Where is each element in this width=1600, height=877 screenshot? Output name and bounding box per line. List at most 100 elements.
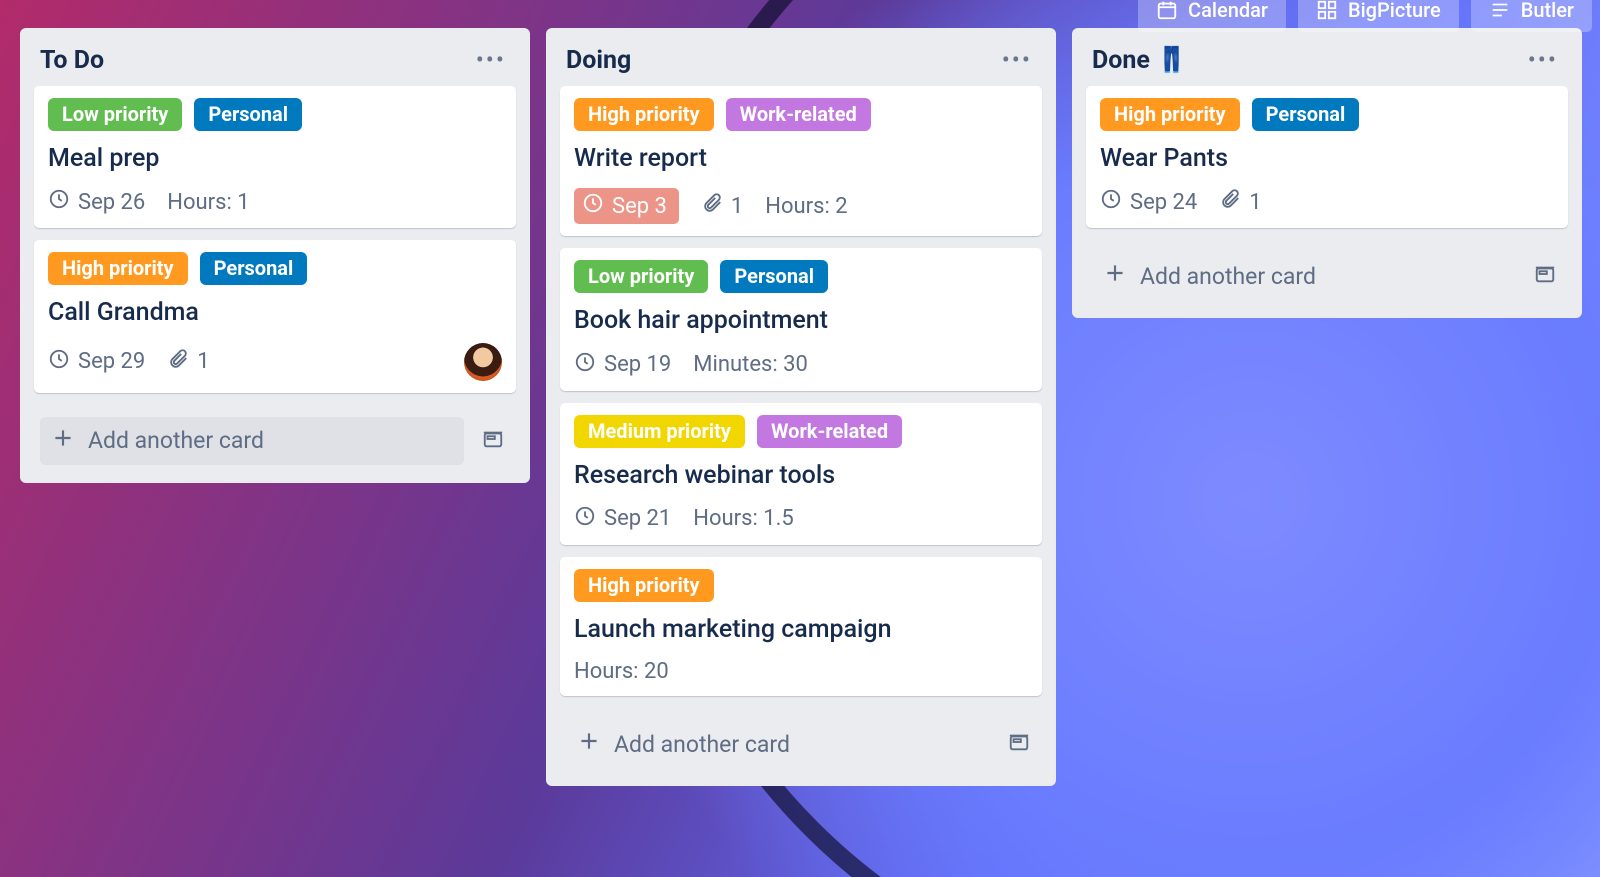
card-labels: Low priority Personal (574, 260, 1028, 293)
list-title[interactable]: Done 👖 (1092, 46, 1187, 75)
add-card-button[interactable]: Add another card (566, 720, 990, 768)
card-title: Research webinar tools (574, 460, 1028, 491)
card-label[interactable]: Personal (194, 98, 302, 131)
attachments-badge[interactable]: 1 (701, 192, 743, 220)
list-header: Done 👖 ••• (1082, 40, 1572, 86)
card-badges: Sep 24 1 (1100, 188, 1554, 216)
custom-field-badge: Hours: 1.5 (693, 506, 794, 531)
template-icon (1008, 731, 1030, 757)
card-badges: Sep 21 Hours: 1.5 (574, 505, 1028, 533)
lines-icon (1489, 0, 1511, 21)
attachments-count: 1 (1249, 190, 1261, 215)
list-header: To Do ••• (30, 40, 520, 86)
list-title[interactable]: To Do (40, 46, 104, 75)
top-toolbar: Calendar BigPicture Butler (1138, 0, 1592, 32)
card-label[interactable]: High priority (48, 252, 188, 285)
grid-icon (1316, 0, 1338, 21)
paperclip-icon (1219, 188, 1241, 216)
add-card-row: Add another card (30, 405, 520, 471)
card-label[interactable]: Low priority (574, 260, 708, 293)
list-menu-button[interactable]: ••• (1524, 44, 1562, 76)
due-date-text: Sep 3 (612, 194, 667, 219)
calendar-button[interactable]: Calendar (1138, 0, 1286, 32)
attachments-badge[interactable]: 1 (1219, 188, 1261, 216)
card-labels: High priority Work-related (574, 98, 1028, 131)
due-date-text: Sep 24 (1130, 190, 1197, 215)
list: Done 👖 ••• High priority Personal Wear Pants… (1072, 28, 1582, 318)
card-label[interactable]: Work-related (726, 98, 871, 131)
custom-field-badge: Hours: 1 (167, 190, 249, 215)
due-date-text: Sep 29 (78, 349, 145, 374)
member-avatar[interactable] (464, 343, 502, 381)
card-labels: Medium priority Work-related (574, 415, 1028, 448)
card-labels: High priority Personal (1100, 98, 1554, 131)
card-template-button[interactable] (476, 424, 510, 458)
card-label[interactable]: High priority (1100, 98, 1240, 131)
clock-icon (574, 505, 596, 533)
card-title: Wear Pants (1100, 143, 1554, 174)
card[interactable]: High priorityWork-relatedWrite reportSep… (560, 86, 1042, 236)
clock-icon (574, 351, 596, 379)
card-label[interactable]: Personal (1252, 98, 1360, 131)
card-badges: Sep 29 1 (48, 343, 502, 381)
add-card-label: Add another card (1140, 263, 1316, 290)
list-menu-button[interactable]: ••• (472, 44, 510, 76)
add-card-button[interactable]: Add another card (40, 417, 464, 465)
card-label[interactable]: Low priority (48, 98, 182, 131)
card-title: Meal prep (48, 143, 502, 174)
card[interactable]: High priority Personal Wear Pants Sep 24 1 (1086, 86, 1568, 228)
template-icon (482, 428, 504, 454)
attachments-count: 1 (731, 194, 743, 219)
clock-icon (582, 192, 604, 220)
bigpicture-button[interactable]: BigPicture (1298, 0, 1459, 32)
custom-field-badge: Minutes: 30 (693, 352, 808, 377)
card-badges: Sep 3 1 Hours: 2 (574, 188, 1028, 224)
card-label[interactable]: High priority (574, 569, 714, 602)
board: To Do ••• Low priority Personal Meal prep Sep… (20, 28, 1582, 786)
calendar-icon (1156, 0, 1178, 21)
card[interactable]: Low priorityPersonalBook hair appointmen… (560, 248, 1042, 390)
card[interactable]: High priorityPersonalCall GrandmaSep 291 (34, 240, 516, 392)
plus-icon (1102, 260, 1128, 292)
due-date-badge[interactable]: Sep 26 (48, 188, 145, 216)
card-badges: Sep 26 Hours: 1 (48, 188, 502, 216)
list-title[interactable]: Doing (566, 46, 631, 75)
add-card-label: Add another card (614, 731, 790, 758)
paperclip-icon (167, 348, 189, 376)
list-menu-button[interactable]: ••• (998, 44, 1036, 76)
due-date-text: Sep 26 (78, 190, 145, 215)
card-label[interactable]: High priority (574, 98, 714, 131)
card-label[interactable]: Personal (200, 252, 308, 285)
paperclip-icon (701, 192, 723, 220)
card[interactable]: Low priority Personal Meal prep Sep 26 Hours… (34, 86, 516, 228)
list: To Do ••• Low priority Personal Meal prep Sep… (20, 28, 530, 483)
due-date-badge[interactable]: Sep 29 (48, 348, 145, 376)
due-date-badge[interactable]: Sep 24 (1100, 188, 1197, 216)
add-card-button[interactable]: Add another card (1092, 252, 1516, 300)
clock-icon (48, 348, 70, 376)
card-label[interactable]: Work-related (757, 415, 902, 448)
card[interactable]: High priorityLaunch marketing campaignHo… (560, 557, 1042, 696)
card-template-button[interactable] (1002, 727, 1036, 761)
add-card-row: Add another card (1082, 240, 1572, 306)
card-label[interactable]: Medium priority (574, 415, 745, 448)
card-badges: Hours: 20 (574, 659, 1028, 684)
due-date-text: Sep 21 (604, 506, 671, 531)
card-label[interactable]: Personal (720, 260, 828, 293)
due-date-badge[interactable]: Sep 19 (574, 351, 671, 379)
calendar-button-label: Calendar (1188, 0, 1268, 22)
custom-field-badge: Hours: 2 (765, 194, 847, 219)
card[interactable]: Medium priority Work-related Research webi… (560, 403, 1042, 545)
add-card-label: Add another card (88, 427, 264, 454)
list: Doing•••High priorityWork-relatedWrite r… (546, 28, 1056, 786)
card-template-button[interactable] (1528, 259, 1562, 293)
butler-button[interactable]: Butler (1471, 0, 1592, 32)
plus-icon (576, 728, 602, 760)
attachments-badge[interactable]: 1 (167, 348, 209, 376)
card-labels: Low priority Personal (48, 98, 502, 131)
list-header: Doing ••• (556, 40, 1046, 86)
template-icon (1534, 263, 1556, 289)
due-date-badge[interactable]: Sep 3 (574, 188, 679, 224)
due-date-badge[interactable]: Sep 21 (574, 505, 671, 533)
card-labels: High priority Personal (48, 252, 502, 285)
